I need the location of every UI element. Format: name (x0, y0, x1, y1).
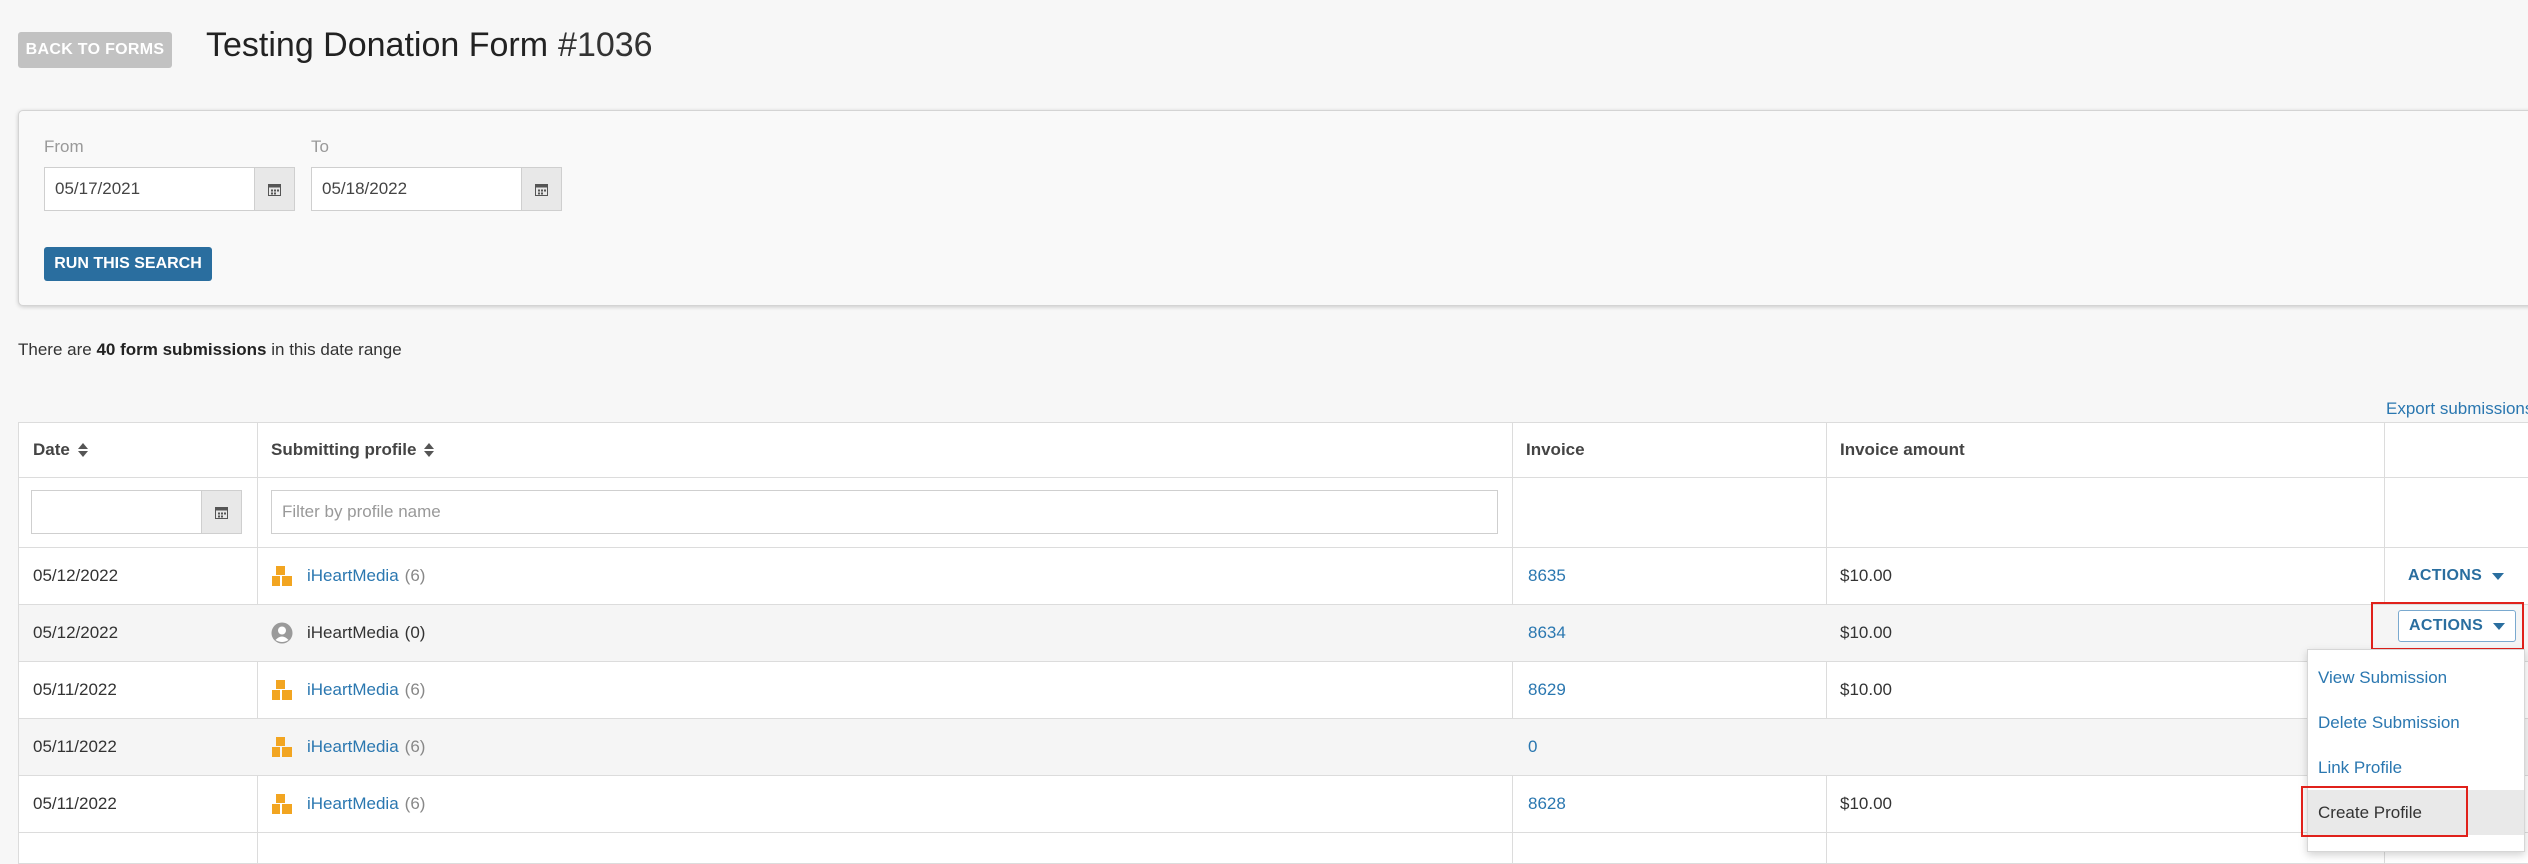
sort-icon (424, 443, 435, 457)
row-date: 05/11/2022 (33, 680, 117, 699)
table-row: 05/12/2022 iHeartMedia (6) 8635 $10.00 A… (19, 548, 2528, 604)
caret-down-icon (2492, 572, 2505, 580)
from-calendar-button[interactable] (255, 167, 295, 211)
invoice-link[interactable]: 0 (1528, 719, 1537, 775)
page-title: Testing Donation Form #1036 (206, 26, 653, 65)
from-label: From (44, 137, 84, 156)
profile-name: iHeartMedia (307, 623, 399, 642)
invoice-link[interactable]: 8635 (1528, 548, 1566, 604)
profile-link[interactable]: iHeartMedia (307, 566, 399, 586)
table-row: 05/11/2022 iHeartMedia (6) 8629 $10.00 (19, 662, 2528, 718)
date-filter-input[interactable] (31, 490, 202, 534)
profile-link[interactable]: iHeartMedia (307, 794, 399, 814)
calendar-icon (215, 506, 228, 519)
calendar-icon (535, 183, 548, 196)
caret-down-icon (2493, 622, 2506, 630)
invoice-amount: $10.00 (1840, 566, 1892, 585)
menu-item-view-submission[interactable]: View Submission (2308, 655, 2524, 700)
column-header-submitting-profile[interactable]: Submitting profile (271, 423, 435, 477)
form-number: #1036 (558, 26, 653, 64)
summary-suffix: in this date range (271, 340, 402, 359)
table-row: 05/11/2022 iHeartMedia (6) 8628 $10.00 (19, 776, 2528, 832)
table-row: 05/12/2022 iHeartMedia (0) 8634 $10.00 (19, 605, 2528, 661)
submission-count: 40 form submissions (96, 340, 267, 359)
invoice-amount: $10.00 (1840, 680, 1892, 699)
summary-prefix: There are (18, 340, 92, 359)
row-profile: iHeartMedia (6) (271, 548, 425, 604)
actions-button-active[interactable]: ACTIONS (2398, 610, 2517, 642)
export-submissions-link[interactable]: Export submissions (2386, 399, 2528, 419)
row-profile: iHeartMedia (6) (271, 719, 425, 775)
profile-filter-input[interactable]: Filter by profile name (271, 490, 1498, 534)
row-profile: iHeartMedia (6) (271, 776, 425, 832)
row-date: 05/11/2022 (33, 794, 117, 813)
to-date-input[interactable]: 05/18/2022 (311, 167, 522, 211)
from-date-input[interactable]: 05/17/2021 (44, 167, 255, 211)
sort-icon (77, 443, 88, 457)
search-panel: From 05/17/2021 To 05/18/2022 RUN THIS S… (18, 110, 2528, 306)
table-row (19, 833, 2528, 863)
row-date: 05/12/2022 (33, 566, 119, 585)
invoice-amount: $10.00 (1840, 794, 1892, 813)
actions-button[interactable]: ACTIONS (2408, 548, 2505, 604)
organization-icon (272, 737, 292, 757)
column-header-invoice-amount: Invoice amount (1840, 440, 1965, 459)
profile-link[interactable]: iHeartMedia (307, 680, 399, 700)
to-label: To (311, 137, 329, 156)
results-summary: There are 40 form submissions in this da… (18, 340, 402, 360)
run-search-button[interactable]: RUN THIS SEARCH (44, 247, 212, 281)
menu-item-link-profile[interactable]: Link Profile (2308, 745, 2524, 790)
invoice-link[interactable]: 8634 (1528, 605, 1566, 661)
organization-icon (272, 680, 292, 700)
to-calendar-button[interactable] (522, 167, 562, 211)
profile-count: (6) (404, 566, 426, 585)
invoice-link[interactable]: 8628 (1528, 776, 1566, 832)
table-row: 05/11/2022 iHeartMedia (6) 0 (19, 719, 2528, 775)
invoice-link[interactable]: 8629 (1528, 662, 1566, 718)
profile-count: (6) (404, 680, 426, 699)
menu-item-delete-submission[interactable]: Delete Submission (2308, 700, 2524, 745)
calendar-icon (268, 183, 281, 196)
person-icon (271, 622, 293, 644)
profile-link[interactable]: iHeartMedia (307, 737, 399, 757)
row-date-cutoff (33, 833, 123, 863)
create-profile-highlight-box (2301, 786, 2468, 837)
organization-icon (272, 794, 292, 814)
form-title: Testing Donation Form (206, 26, 549, 64)
row-profile: iHeartMedia (0) (271, 605, 425, 661)
row-profile: iHeartMedia (6) (271, 662, 425, 718)
back-to-forms-button[interactable]: BACK TO FORMS (18, 32, 172, 68)
column-header-invoice: Invoice (1526, 440, 1585, 459)
submissions-table: Date Submitting profile Invoice Invoice … (18, 422, 2528, 864)
profile-count: (0) (404, 623, 426, 642)
organization-icon (272, 566, 292, 586)
profile-count: (6) (404, 737, 426, 756)
profile-count: (6) (404, 794, 426, 813)
row-date: 05/12/2022 (33, 623, 119, 642)
column-header-date[interactable]: Date (33, 423, 88, 477)
row-date: 05/11/2022 (33, 737, 117, 756)
date-filter-calendar-button[interactable] (202, 490, 242, 534)
invoice-amount: $10.00 (1840, 623, 1892, 642)
